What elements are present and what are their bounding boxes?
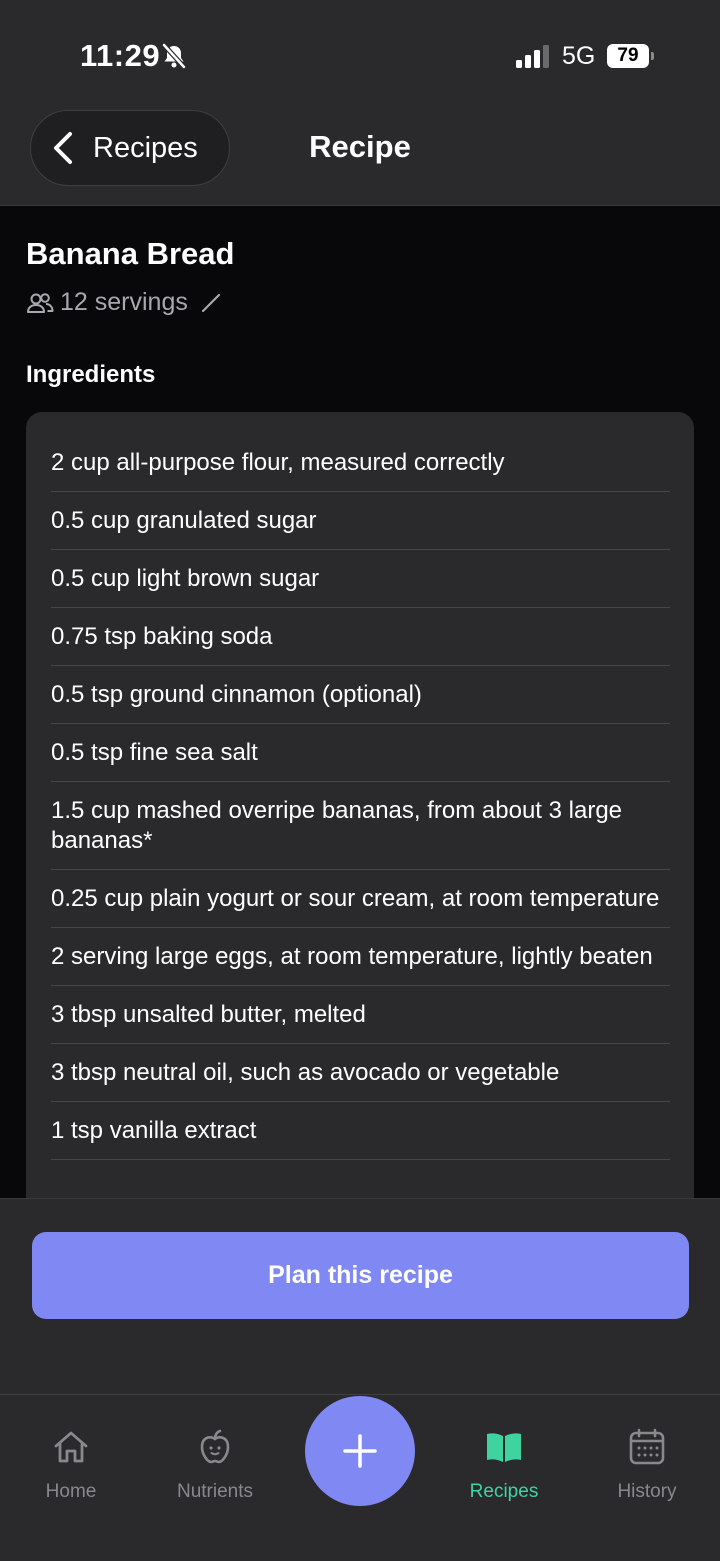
ingredient-item: 2 serving large eggs, at room temperatur…	[51, 928, 670, 986]
add-button[interactable]	[305, 1396, 415, 1506]
bell-muted-icon	[162, 43, 186, 69]
tab-history-label: History	[617, 1481, 677, 1502]
ingredients-card[interactable]: 2 cup all-purpose flour, measured correc…	[26, 412, 694, 1212]
tab-nutrients-label: Nutrients	[176, 1481, 254, 1502]
top-bar: 11:29 5G 79 Recipes Recipe	[0, 0, 720, 206]
tab-home-label: Home	[45, 1481, 97, 1502]
tab-recipes[interactable]: Recipes	[434, 1427, 574, 1503]
signal-icon	[516, 45, 549, 68]
plan-recipe-button[interactable]: Plan this recipe	[32, 1232, 689, 1319]
calendar-icon	[629, 1428, 665, 1465]
battery-level: 79	[607, 44, 649, 68]
battery-icon: 79	[607, 44, 654, 68]
ingredient-item: 0.5 tsp ground cinnamon (optional)	[51, 666, 670, 724]
recipe-title: Banana Bread	[26, 236, 235, 271]
book-icon	[487, 1433, 521, 1462]
servings-row[interactable]: 12 servings	[26, 288, 222, 317]
people-icon	[27, 292, 54, 313]
ingredient-item: 3 tbsp neutral oil, such as avocado or v…	[51, 1044, 670, 1102]
status-time: 11:29	[80, 38, 161, 73]
battery-cap	[651, 52, 654, 60]
page-title: Recipe	[309, 129, 411, 164]
tab-history[interactable]: History	[577, 1427, 717, 1503]
ingredient-item: 2 cup all-purpose flour, measured correc…	[51, 434, 670, 492]
tab-home[interactable]: Home	[1, 1427, 141, 1503]
servings-count: 12 servings	[60, 288, 188, 316]
ingredient-item: 1 tsp vanilla extract	[51, 1102, 670, 1160]
ingredient-item: 0.5 cup granulated sugar	[51, 492, 670, 550]
tab-nutrients[interactable]: Nutrients	[145, 1427, 285, 1503]
ingredient-item: 1.5 cup mashed overripe bananas, from ab…	[51, 782, 670, 870]
action-panel: Plan this recipe	[0, 1198, 720, 1394]
ingredient-item: 0.25 cup plain yogurt or sour cream, at …	[51, 870, 670, 928]
ingredient-item: 0.5 tsp fine sea salt	[51, 724, 670, 782]
ingredient-item: 0.5 cup light brown sugar	[51, 550, 670, 608]
network-type: 5G	[562, 42, 596, 70]
ingredients-heading: Ingredients	[26, 361, 156, 388]
apple-icon	[200, 1429, 230, 1464]
pencil-icon[interactable]	[200, 292, 222, 314]
plus-icon	[343, 1434, 377, 1468]
recipe-screen: 11:29 5G 79 Recipes Recipe Banana Bread	[0, 0, 720, 1561]
home-icon	[54, 1431, 88, 1463]
tab-recipes-label: Recipes	[469, 1481, 539, 1502]
ingredient-list: 2 cup all-purpose flour, measured correc…	[51, 434, 670, 1160]
ingredient-item: 3 tbsp unsalted butter, melted	[51, 986, 670, 1044]
ingredient-item: 0.75 tsp baking soda	[51, 608, 670, 666]
